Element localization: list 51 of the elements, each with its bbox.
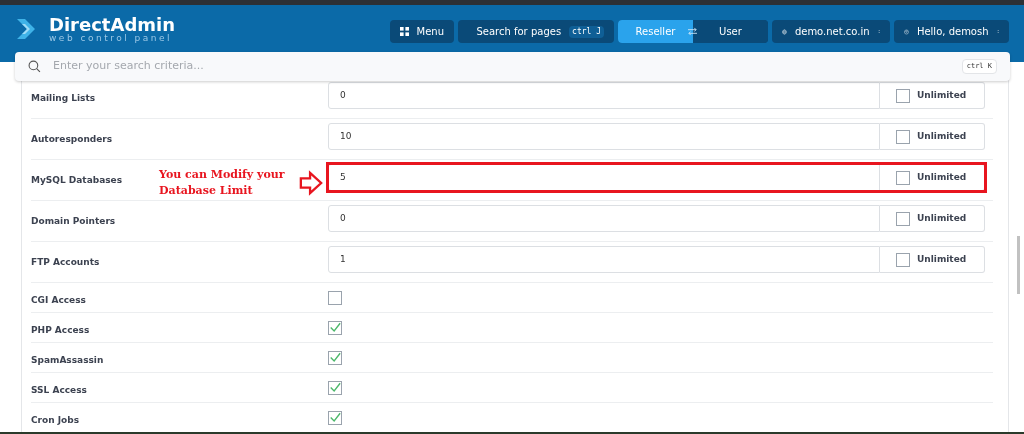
user-icon	[904, 26, 909, 37]
checkbox[interactable]	[896, 129, 910, 144]
scrollbar-thumb[interactable]	[1017, 236, 1020, 294]
checkbox[interactable]	[896, 211, 910, 226]
checkbox[interactable]	[328, 320, 342, 335]
field-label: Mailing Lists	[31, 93, 96, 103]
search-input[interactable]: Enter your search criteria...	[53, 58, 950, 75]
checkbox[interactable]	[896, 88, 910, 103]
grid-icon	[399, 27, 409, 36]
swap-icon	[687, 27, 698, 36]
menu-button[interactable]: Menu	[389, 20, 454, 43]
check-icon	[329, 381, 341, 394]
field-label: Domain Pointers	[31, 216, 116, 226]
domain-select[interactable]: demo.net.co.in	[772, 20, 890, 43]
annotation-text: You can Modify your Database Limit	[159, 167, 286, 199]
unlimited-option[interactable]: Unlimited	[880, 82, 985, 109]
user-menu[interactable]: Hello, demosh	[894, 20, 1009, 43]
checkbox[interactable]	[328, 290, 342, 305]
logo-title: DirectAdmin	[49, 15, 176, 34]
check-icon	[329, 321, 341, 334]
user-label: Hello, demosh	[916, 25, 989, 39]
number-input[interactable]: 0	[328, 82, 880, 109]
checkbox[interactable]	[328, 410, 342, 425]
search-icon	[28, 60, 41, 73]
field-label: MySQL Databases	[31, 175, 123, 185]
unlimited-option[interactable]: Unlimited	[880, 246, 985, 273]
field-label: SpamAssassin	[31, 354, 104, 365]
check-icon	[329, 351, 341, 364]
field-label: SSL Access	[31, 384, 87, 395]
field-label: Cron Jobs	[31, 414, 80, 425]
check-icon	[329, 411, 341, 424]
arrow-icon	[299, 170, 323, 196]
checkbox[interactable]	[328, 380, 342, 395]
page-search-label: Search for pages	[476, 25, 562, 39]
field-label: Autoresponders	[31, 134, 113, 144]
page-search-button[interactable]: Search for pages ctrl J	[458, 20, 614, 43]
unlimited-option[interactable]: Unlimited	[880, 123, 985, 150]
number-input[interactable]: 1	[328, 246, 880, 273]
number-input[interactable]: 10	[328, 123, 880, 150]
logo-subtitle: web control panel	[49, 33, 173, 43]
unlimited-option[interactable]: Unlimited	[880, 205, 985, 232]
number-input[interactable]: 0	[328, 205, 880, 232]
number-input[interactable]: 5	[328, 164, 880, 191]
shortcut-key: ctrl J	[569, 25, 604, 38]
checkbox[interactable]	[896, 170, 910, 185]
field-label: FTP Accounts	[31, 257, 100, 267]
field-label: CGI Access	[31, 294, 86, 305]
checkbox[interactable]	[328, 350, 342, 365]
checkbox[interactable]	[896, 252, 910, 267]
domain-label: demo.net.co.in	[794, 25, 870, 39]
field-label: PHP Access	[31, 324, 90, 335]
